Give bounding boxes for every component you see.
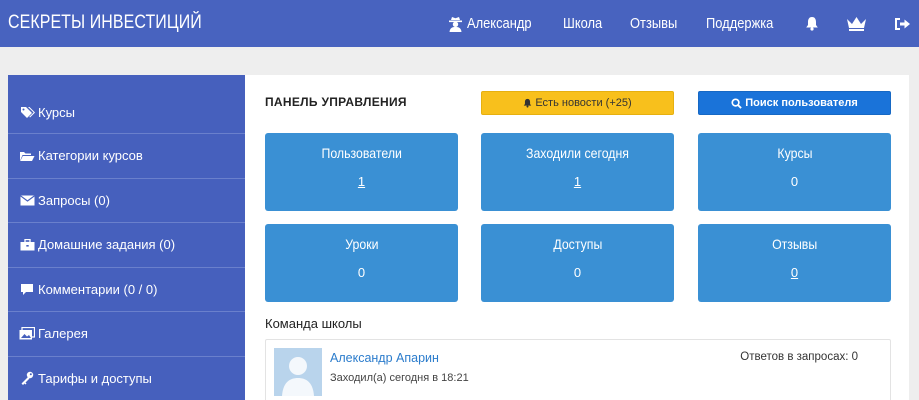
tile-access: Доступы 0 bbox=[481, 224, 674, 302]
top-nav: Александр Школа Отзывы Поддержка bbox=[420, 0, 911, 47]
tile-users-value[interactable]: 1 bbox=[265, 174, 458, 189]
nav-support[interactable]: Поддержка bbox=[706, 15, 778, 32]
sidebar-item-courses[interactable]: Курсы bbox=[8, 75, 245, 134]
main-panel: ПАНЕЛЬ УПРАВЛЕНИЯ Есть новости (+25) Пои… bbox=[245, 75, 909, 400]
sidebar-item-gallery[interactable]: Галерея bbox=[8, 312, 245, 357]
tile-lessons: Уроки 0 bbox=[265, 224, 458, 302]
tile-access-value: 0 bbox=[573, 265, 582, 280]
tags-icon bbox=[19, 106, 35, 120]
top-navbar: СЕКРЕТЫ ИНВЕСТИЦИЙ Александр Школа Отзыв… bbox=[0, 0, 919, 47]
folder-open-icon bbox=[19, 149, 35, 163]
image-icon bbox=[19, 327, 35, 341]
tile-visited-today-value[interactable]: 1 bbox=[481, 174, 674, 189]
member-answers-count: Ответов в запросах: 0 bbox=[740, 351, 858, 363]
tile-users: Пользователи 1 bbox=[265, 133, 458, 211]
tile-courses: Курсы 0 bbox=[698, 133, 891, 211]
user-name: Александр bbox=[467, 15, 532, 32]
tile-reviews-value[interactable]: 0 bbox=[698, 265, 891, 280]
sidebar-item-comments[interactable]: Комментарии (0 / 0) bbox=[8, 268, 245, 312]
bell-icon bbox=[523, 98, 532, 108]
user-secret-icon bbox=[447, 16, 464, 32]
user-menu[interactable]: Александр bbox=[447, 15, 536, 32]
sidebar-item-tariffs[interactable]: Тарифы и доступы bbox=[8, 357, 245, 400]
nav-school[interactable]: Школа bbox=[563, 15, 603, 32]
sign-out-icon[interactable] bbox=[894, 17, 911, 31]
nav-reviews[interactable]: Отзывы bbox=[630, 15, 679, 32]
search-user-button[interactable]: Поиск пользователя bbox=[698, 91, 891, 115]
brand-logo[interactable]: СЕКРЕТЫ ИНВЕСТИЦИЙ bbox=[8, 12, 202, 34]
sidebar-item-course-categories[interactable]: Категории курсов bbox=[8, 134, 245, 179]
team-member-card: Александр Апарин Заходил(а) сегодня в 18… bbox=[265, 339, 891, 400]
tile-reviews: Отзывы 0 bbox=[698, 224, 891, 302]
tile-visited-today: Заходили сегодня 1 bbox=[481, 133, 674, 211]
bell-icon[interactable] bbox=[805, 16, 819, 31]
member-last-seen: Заходил(а) сегодня в 18:21 bbox=[330, 372, 469, 384]
member-name-link[interactable]: Александр Апарин bbox=[330, 351, 439, 365]
sidebar-item-homework[interactable]: Домашние задания (0) bbox=[8, 223, 245, 268]
page-title: ПАНЕЛЬ УПРАВЛЕНИЯ bbox=[265, 95, 407, 109]
comment-icon bbox=[19, 282, 35, 296]
tile-lessons-value: 0 bbox=[357, 265, 366, 280]
team-heading: Команда школы bbox=[265, 316, 362, 331]
sidebar: Курсы Категории курсов Запросы (0) Домаш… bbox=[8, 75, 245, 400]
search-icon bbox=[731, 97, 742, 109]
key-icon bbox=[19, 371, 35, 386]
briefcase-icon bbox=[19, 238, 35, 252]
avatar bbox=[274, 348, 322, 396]
sidebar-item-requests[interactable]: Запросы (0) bbox=[8, 179, 245, 223]
news-button[interactable]: Есть новости (+25) bbox=[481, 91, 674, 115]
envelope-icon bbox=[19, 193, 35, 207]
tile-courses-value: 0 bbox=[790, 174, 799, 189]
crown-icon[interactable] bbox=[846, 16, 867, 31]
